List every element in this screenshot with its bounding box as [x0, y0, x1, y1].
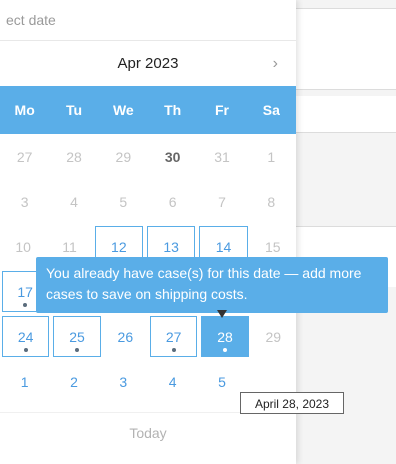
- calendar-day-selected[interactable]: 28: [201, 316, 249, 357]
- today-button[interactable]: Today: [0, 412, 296, 453]
- weekday-label: Tu: [65, 102, 83, 118]
- date-input[interactable]: ect date: [0, 0, 296, 41]
- calendar-day: 31: [214, 148, 230, 165]
- calendar-day: 7: [218, 193, 226, 210]
- calendar-day: 5: [119, 193, 128, 210]
- weekday-label: Th: [164, 102, 182, 118]
- calendar-day: 28: [66, 148, 82, 165]
- weekday-label: Sa: [262, 102, 280, 118]
- calendar-day[interactable]: 2: [49, 359, 98, 404]
- calendar-day: 6: [168, 193, 177, 210]
- case-tooltip: You already have case(s) for this date —…: [36, 257, 388, 313]
- calendar-day: 29: [115, 148, 132, 165]
- calendar-day: 8: [267, 193, 276, 210]
- calendar-day: 4: [70, 193, 78, 210]
- background-panel: [296, 96, 396, 133]
- calendar-day: 29: [265, 328, 282, 345]
- calendar-day[interactable]: 26: [103, 314, 148, 359]
- tooltip-pointer: [217, 310, 227, 318]
- calendar-day-with-case[interactable]: 27: [149, 316, 198, 357]
- next-month-button[interactable]: ›: [273, 41, 278, 86]
- calendar-day: 3: [20, 193, 29, 210]
- calendar-day[interactable]: 1: [0, 359, 49, 404]
- calendar-day[interactable]: 3: [99, 359, 148, 404]
- month-navigation: Apr 2023 ›: [0, 41, 296, 86]
- calendar-week: 24 25 26 27 28 29: [0, 314, 296, 359]
- weekday-label: We: [112, 102, 134, 118]
- background-panel: [296, 8, 396, 90]
- calendar-day: 1: [267, 148, 276, 165]
- weekday-label: Fr: [214, 102, 229, 118]
- date-hover-tooltip: April 28, 2023: [240, 392, 344, 414]
- calendar-week: 3 4 5 6 7 8: [0, 179, 296, 224]
- weekday-header: Mo Tu We Th Fr Sa: [0, 86, 296, 134]
- calendar-day: 30: [164, 148, 181, 165]
- calendar-week: 27 28 29 30 31 1: [0, 134, 296, 179]
- month-title: Apr 2023: [117, 55, 179, 72]
- weekday-label: Mo: [14, 102, 35, 118]
- calendar-day: 27: [16, 148, 33, 165]
- calendar-day-with-case[interactable]: 25: [53, 316, 101, 357]
- calendar-day-with-case[interactable]: 24: [2, 316, 50, 357]
- calendar-day[interactable]: 4: [148, 359, 197, 404]
